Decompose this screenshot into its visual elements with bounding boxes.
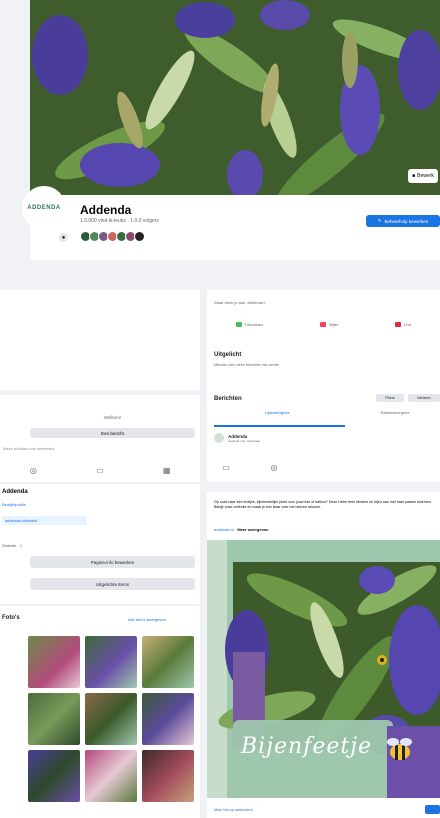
live-video-button[interactable]: Live (395, 322, 411, 327)
about-title: Addenda (2, 489, 28, 495)
photo-grid (28, 636, 196, 802)
follower-avatar (134, 231, 145, 242)
feeling-icon (320, 322, 327, 327)
featured-items-button[interactable]: Uitgelichte items (30, 578, 195, 590)
camera-icon[interactable]: ● (59, 233, 68, 242)
photo-thumbnail[interactable] (85, 636, 137, 688)
filters-button[interactable]: Filters (376, 394, 404, 402)
featured-subtitle: Mensen zien deze berichten als eerste (214, 363, 280, 367)
message-icon[interactable]: ▭ (94, 464, 106, 476)
about-website-link[interactable]: addenda.nl/winkel (2, 516, 87, 525)
message-icon[interactable]: ▭ (220, 461, 232, 473)
post-cta-button[interactable] (425, 805, 440, 814)
send-message-button[interactable]: Een bericht (30, 428, 195, 438)
photo-video-button[interactable]: Foto/video (235, 322, 263, 327)
tab-grid-view[interactable]: Rasterweergave (350, 410, 440, 415)
edit-cover-button[interactable]: ■ Bewerk (408, 169, 438, 183)
page-follower-count: 1.0.000 vind-ik-leuks · 1.0.0 volgers (80, 218, 159, 224)
photo-thumbnail[interactable] (85, 750, 137, 802)
photo-thumbnail[interactable] (28, 636, 80, 688)
photo-thumbnail[interactable] (142, 636, 194, 688)
active-tab-indicator (214, 425, 345, 427)
post-footer-link[interactable]: Meer info op addenda.nl (214, 808, 253, 812)
see-all-photos-link[interactable]: Alle foto's weergeven (128, 617, 166, 622)
composer-actions: Foto/video Bijlet Live (207, 322, 440, 327)
featured-title: Uitgelicht (214, 352, 242, 358)
see-more-link[interactable]: Meer weergeven (237, 527, 268, 532)
globe-icon[interactable]: ◎ (27, 464, 39, 476)
live-icon (395, 322, 402, 327)
photo-thumbnail[interactable] (85, 693, 137, 745)
post-author-row: Addenda Gedeeld met: Openbaar (214, 433, 260, 443)
left-actions-row: ◎ ▭ ▦ (0, 459, 200, 481)
photo-icon (235, 322, 242, 327)
about-detail: Website · 1 (2, 543, 23, 548)
about-category[interactable]: Bedrijfsprofiel (2, 502, 26, 507)
post-composer (207, 290, 440, 346)
edit-info-button[interactable]: Pagina-info bewerken (30, 556, 195, 568)
brand-logo: ADDENDA (27, 205, 61, 211)
tab-list-view[interactable]: Lijstweergave (210, 410, 345, 415)
welcome-note: Alleen zichtbaar voor beheerders (3, 447, 55, 451)
edit-page-button[interactable]: ✎ Beheerhulp bewerken (366, 215, 440, 227)
avatar[interactable]: ADDENDA (22, 186, 66, 230)
posts-title: Berichten (214, 396, 242, 402)
author-avatar[interactable] (214, 433, 224, 443)
post-link-prefix[interactable]: addenda.nl (214, 527, 234, 532)
globe-icon[interactable]: ◎ (268, 461, 280, 473)
author-subtitle: Gedeeld met: Openbaar (228, 438, 261, 443)
post-link[interactable]: addenda.nl · Meer weergeven (214, 527, 269, 532)
photo-thumbnail[interactable] (28, 693, 80, 745)
composer-input[interactable]: Waar denk je aan, Addenda? (214, 300, 265, 305)
photo-thumbnail[interactable] (142, 750, 194, 802)
calendar-icon[interactable]: ▦ (161, 464, 173, 476)
intro-card (0, 290, 200, 390)
follower-avatars[interactable] (80, 231, 145, 242)
cover-photo: ■ Bewerk (30, 0, 440, 195)
page-title: Addenda (80, 203, 132, 217)
image-caption: Bijenfeetje (241, 734, 373, 759)
post-mini-actions: ▭ ◎ (220, 461, 280, 473)
featured-card (207, 346, 440, 390)
camera-icon: ■ (412, 173, 416, 179)
photo-thumbnail[interactable] (142, 693, 194, 745)
pencil-icon: ✎ (377, 218, 382, 223)
welcome-title: Welkom! (103, 415, 122, 420)
post-text: Op zoek naar een vrolijke, bijvriendelij… (214, 500, 432, 509)
feeling-button[interactable]: Bijlet (320, 322, 338, 327)
post-image[interactable]: Bijenfeetje (207, 540, 440, 798)
photo-thumbnail[interactable] (28, 750, 80, 802)
manage-posts-button[interactable]: Beheren (408, 394, 440, 402)
photos-title: Foto's (2, 615, 20, 621)
